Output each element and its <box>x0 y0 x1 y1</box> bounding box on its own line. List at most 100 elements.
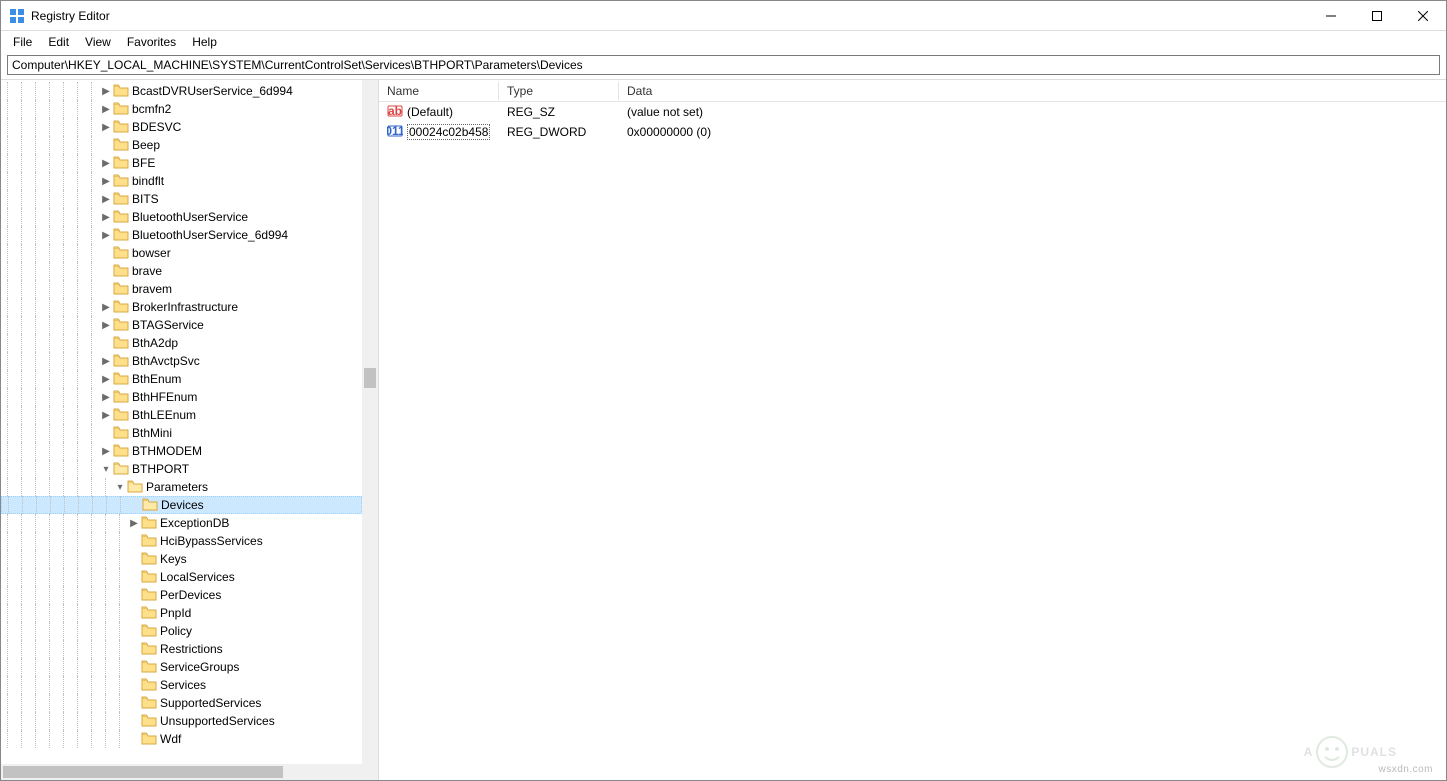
tree-node-brokerinfrastructure[interactable]: ▶ BrokerInfrastructure <box>1 298 362 316</box>
tree-node-bluetoothuserservice[interactable]: ▶BluetoothUserService <box>1 208 362 226</box>
minimize-button[interactable] <box>1308 1 1354 30</box>
menu-view[interactable]: View <box>77 33 119 51</box>
tree-node-unsupportedservices[interactable]: UnsupportedServices <box>1 712 362 730</box>
tree-node-supportedservices[interactable]: SupportedServices <box>1 694 362 712</box>
tree-node-label: bowser <box>132 246 171 260</box>
folder-icon <box>113 119 129 136</box>
folder-icon <box>113 425 129 442</box>
expand-icon[interactable]: ▶ <box>99 212 113 223</box>
expand-icon[interactable]: ▶ <box>99 176 113 187</box>
folder-icon <box>113 335 129 352</box>
menu-help[interactable]: Help <box>184 33 225 51</box>
tree-node-beep[interactable]: Beep <box>1 136 362 154</box>
folder-icon <box>113 317 129 334</box>
folder-icon <box>141 587 157 604</box>
tree-node-bthmini[interactable]: BthMini <box>1 424 362 442</box>
value-row[interactable]: 01100024c02b458REG_DWORD0x00000000 (0) <box>379 122 1446 142</box>
registry-tree[interactable]: ▶BcastDVRUserService_6d994▶bcmfn2▶BDESVC… <box>1 80 362 748</box>
folder-icon <box>113 263 129 280</box>
tree-pane[interactable]: ▶BcastDVRUserService_6d994▶bcmfn2▶BDESVC… <box>1 80 379 780</box>
tree-node-label: BthHFEnum <box>132 390 197 404</box>
tree-node-btha2dp[interactable]: BthA2dp <box>1 334 362 352</box>
tree-node-wdf[interactable]: Wdf <box>1 730 362 748</box>
menu-favorites[interactable]: Favorites <box>119 33 184 51</box>
expand-icon[interactable]: ▶ <box>99 158 113 169</box>
values-pane[interactable]: Name Type Data ab(Default)REG_SZ(value n… <box>379 80 1446 780</box>
tree-node-label: BthMini <box>132 426 172 440</box>
expand-icon[interactable]: ▶ <box>99 374 113 385</box>
tree-node-bfe[interactable]: ▶BFE <box>1 154 362 172</box>
expand-icon[interactable]: ▶ <box>99 320 113 331</box>
expand-icon[interactable]: ▶ <box>99 86 113 97</box>
expand-icon[interactable]: ▶ <box>127 518 141 529</box>
col-name[interactable]: Name <box>379 82 499 100</box>
maximize-button[interactable] <box>1354 1 1400 30</box>
window-controls <box>1308 1 1446 30</box>
tree-node-bindflt[interactable]: ▶bindflt <box>1 172 362 190</box>
expand-icon[interactable]: ▶ <box>99 104 113 115</box>
tree-node-bthport[interactable]: ▾BTHPORT <box>1 460 362 478</box>
tree-node-localservices[interactable]: LocalServices <box>1 568 362 586</box>
tree-node-servicegroups[interactable]: ServiceGroups <box>1 658 362 676</box>
tree-node-policy[interactable]: Policy <box>1 622 362 640</box>
expand-icon[interactable]: ▶ <box>99 410 113 421</box>
expand-icon[interactable]: ▾ <box>113 482 127 493</box>
tree-node-bcastdvruserservice-6d994[interactable]: ▶BcastDVRUserService_6d994 <box>1 82 362 100</box>
tree-node-bthavctpsvc[interactable]: ▶BthAvctpSvc <box>1 352 362 370</box>
tree-node-label: Services <box>160 678 206 692</box>
tree-node-pnpid[interactable]: PnpId <box>1 604 362 622</box>
expand-icon[interactable]: ▾ <box>99 464 113 475</box>
menu-file[interactable]: File <box>5 33 40 51</box>
tree-node-bluetoothuserservice-6d994[interactable]: ▶BluetoothUserService_6d994 <box>1 226 362 244</box>
tree-node-services[interactable]: Services <box>1 676 362 694</box>
address-bar[interactable]: Computer\HKEY_LOCAL_MACHINE\SYSTEM\Curre… <box>7 55 1440 75</box>
folder-icon <box>141 677 157 694</box>
tree-node-label: BrokerInfrastructure <box>132 300 238 314</box>
tree-vertical-scrollbar[interactable] <box>362 80 378 764</box>
folder-icon <box>141 731 157 748</box>
tree-node-btagservice[interactable]: ▶ BTAGService <box>1 316 362 334</box>
col-type[interactable]: Type <box>499 82 619 100</box>
scrollbar-thumb[interactable] <box>364 368 376 388</box>
expand-icon[interactable]: ▶ <box>99 446 113 457</box>
tree-node-bits[interactable]: ▶BITS <box>1 190 362 208</box>
menu-edit[interactable]: Edit <box>40 33 77 51</box>
scrollbar-thumb[interactable] <box>3 766 283 778</box>
tree-node-restrictions[interactable]: Restrictions <box>1 640 362 658</box>
close-button[interactable] <box>1400 1 1446 30</box>
tree-node-bthenum[interactable]: ▶BthEnum <box>1 370 362 388</box>
tree-node-brave[interactable]: brave <box>1 262 362 280</box>
content-area: ▶BcastDVRUserService_6d994▶bcmfn2▶BDESVC… <box>1 79 1446 780</box>
tree-node-bthhfenum[interactable]: ▶ BthHFEnum <box>1 388 362 406</box>
folder-icon <box>113 371 129 388</box>
tree-node-keys[interactable]: Keys <box>1 550 362 568</box>
tree-node-hcibypassservices[interactable]: HciBypassServices <box>1 532 362 550</box>
value-row[interactable]: ab(Default)REG_SZ(value not set) <box>379 102 1446 122</box>
tree-node-bthmodem[interactable]: ▶BTHMODEM <box>1 442 362 460</box>
menubar: File Edit View Favorites Help <box>1 31 1446 53</box>
expand-icon[interactable]: ▶ <box>99 302 113 313</box>
folder-icon <box>113 353 129 370</box>
tree-node-parameters[interactable]: ▾Parameters <box>1 478 362 496</box>
tree-node-bthleenum[interactable]: ▶BthLEEnum <box>1 406 362 424</box>
tree-node-bcmfn2[interactable]: ▶bcmfn2 <box>1 100 362 118</box>
expand-icon[interactable]: ▶ <box>99 356 113 367</box>
list-header[interactable]: Name Type Data <box>379 80 1446 102</box>
titlebar[interactable]: Registry Editor <box>1 1 1446 31</box>
tree-node-bravem[interactable]: bravem <box>1 280 362 298</box>
expand-icon[interactable]: ▶ <box>99 230 113 241</box>
expand-icon[interactable]: ▶ <box>99 194 113 205</box>
list-body[interactable]: ab(Default)REG_SZ(value not set)01100024… <box>379 102 1446 142</box>
folder-icon <box>113 83 129 100</box>
col-data[interactable]: Data <box>619 82 1446 100</box>
tree-node-bdesvc[interactable]: ▶BDESVC <box>1 118 362 136</box>
tree-node-bowser[interactable]: bowser <box>1 244 362 262</box>
tree-node-devices[interactable]: Devices <box>1 496 362 514</box>
tree-node-label: BTAGService <box>132 318 204 332</box>
folder-icon <box>141 569 157 586</box>
expand-icon[interactable]: ▶ <box>99 392 113 403</box>
tree-horizontal-scrollbar[interactable] <box>1 764 362 780</box>
tree-node-exceptiondb[interactable]: ▶ExceptionDB <box>1 514 362 532</box>
tree-node-perdevices[interactable]: PerDevices <box>1 586 362 604</box>
expand-icon[interactable]: ▶ <box>99 122 113 133</box>
